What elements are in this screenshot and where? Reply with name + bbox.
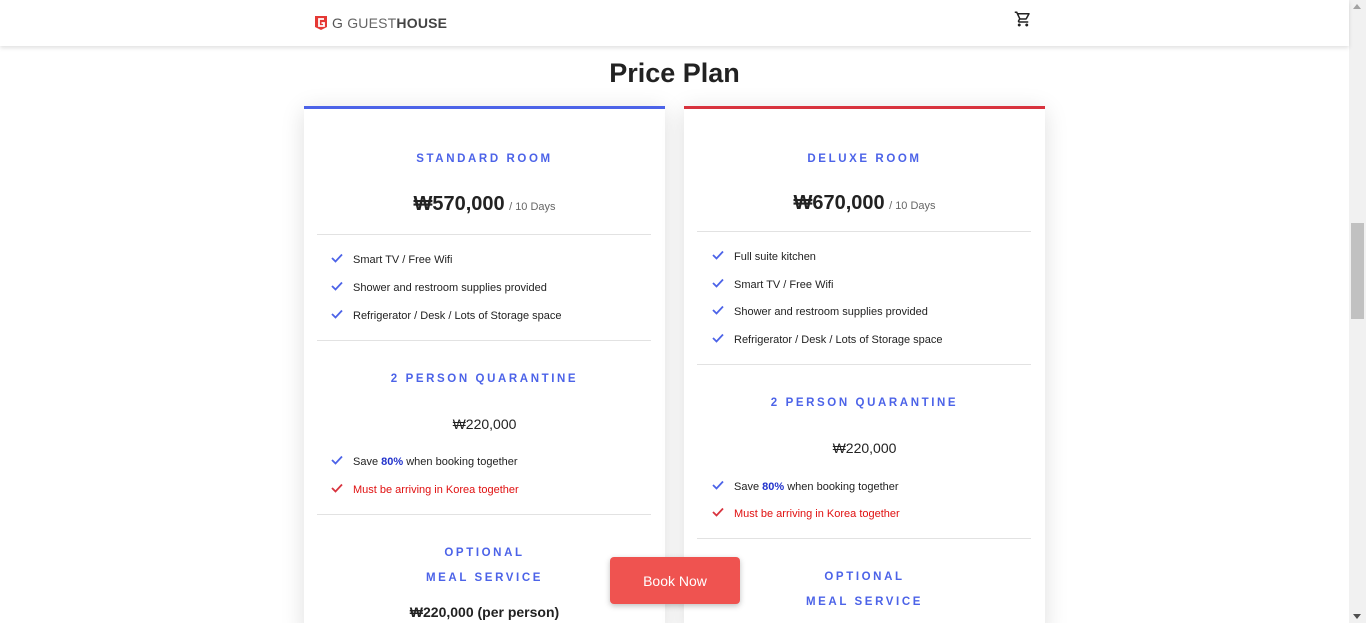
divider (697, 538, 1031, 539)
price-amount: ₩670,000 (793, 192, 885, 214)
check-icon (331, 455, 343, 465)
plan-price: ₩570,000 / 10 Days (304, 193, 665, 216)
check-icon (331, 483, 343, 493)
quarantine-title: 2 PERSON QUARANTINE (770, 397, 959, 409)
scroll-up-arrow-icon[interactable] (1353, 4, 1361, 9)
feature-text: Shower and restroom supplies provided (353, 282, 547, 294)
warning-item: Must be arriving in Korea together (712, 507, 900, 520)
check-icon (331, 253, 343, 263)
feature-text: Full suite kitchen (734, 251, 816, 263)
logo-text: G GUESTHOUSE (332, 15, 447, 31)
save-prefix: Save (353, 456, 382, 468)
top-navigation-bar: G GUESTHOUSE (0, 0, 1349, 46)
scroll-down-arrow-icon[interactable] (1353, 614, 1361, 619)
feature-item: Shower and restroom supplies provided (331, 281, 547, 294)
save-suffix: when booking together (403, 456, 518, 468)
warning-text: Must be arriving in Korea together (353, 484, 519, 496)
quarantine-title: 2 PERSON QUARANTINE (390, 373, 579, 385)
logo-word-guest: GUEST (347, 15, 397, 31)
cart-icon[interactable] (1014, 10, 1032, 28)
feature-item: Save 80% when booking together (712, 480, 899, 493)
divider (697, 364, 1031, 365)
save-suffix: when booking together (784, 481, 899, 493)
feature-item: Refrigerator / Desk / Lots of Storage sp… (331, 309, 562, 322)
plan-title: STANDARD ROOM (416, 153, 553, 165)
save-prefix: Save (734, 481, 763, 493)
price-amount: ₩570,000 (413, 193, 505, 215)
logo-mark-icon (315, 16, 327, 30)
price-period: / 10 Days (509, 201, 556, 213)
standard-room-card: STANDARD ROOM ₩570,000 / 10 Days Smart T… (304, 106, 665, 623)
vertical-scrollbar[interactable] (1349, 0, 1366, 623)
book-now-button[interactable]: Book Now (610, 557, 740, 604)
feature-text: Refrigerator / Desk / Lots of Storage sp… (734, 334, 943, 346)
feature-text: Smart TV / Free Wifi (353, 254, 453, 266)
save-percent: 80% (762, 481, 785, 493)
save-text: Save 80% when booking together (353, 456, 518, 468)
divider (697, 231, 1031, 232)
site-logo[interactable]: G GUESTHOUSE (314, 15, 447, 31)
page: G GUESTHOUSE Price Plan STANDARD ROOM ₩5… (0, 0, 1366, 623)
divider (317, 234, 651, 235)
feature-text: Smart TV / Free Wifi (734, 279, 834, 291)
save-percent: 80% (381, 456, 404, 468)
divider (317, 514, 651, 515)
feature-item: Refrigerator / Desk / Lots of Storage sp… (712, 333, 943, 346)
check-icon (712, 480, 724, 490)
check-icon (712, 278, 724, 288)
feature-text: Refrigerator / Desk / Lots of Storage sp… (353, 310, 562, 322)
check-icon (331, 281, 343, 291)
plan-price: ₩670,000 / 10 Days (684, 192, 1045, 215)
check-icon (712, 250, 724, 260)
price-period: / 10 Days (889, 200, 936, 212)
warning-item: Must be arriving in Korea together (331, 483, 519, 496)
logo-letter: G (332, 15, 344, 31)
deluxe-room-card: DELUXE ROOM ₩670,000 / 10 Days Full suit… (684, 106, 1045, 623)
feature-item: Smart TV / Free Wifi (331, 253, 453, 266)
logo-word-house: HOUSE (396, 15, 448, 31)
feature-item: Full suite kitchen (712, 250, 816, 263)
feature-item: Shower and restroom supplies provided (712, 305, 928, 318)
divider (317, 340, 651, 341)
check-icon (331, 309, 343, 319)
feature-text: Shower and restroom supplies provided (734, 306, 928, 318)
check-icon (712, 333, 724, 343)
check-icon (712, 507, 724, 517)
page-title: Price Plan (609, 58, 740, 88)
quarantine-price: ₩220,000 (452, 416, 517, 432)
feature-item: Smart TV / Free Wifi (712, 278, 834, 291)
meal-service-price: ₩220,000 (per person) (409, 604, 560, 620)
scroll-thumb[interactable] (1351, 223, 1364, 319)
save-text: Save 80% when booking together (734, 481, 899, 493)
quarantine-price: ₩220,000 (832, 440, 897, 456)
check-icon (712, 305, 724, 315)
warning-text: Must be arriving in Korea together (734, 508, 900, 520)
plan-title: DELUXE ROOM (807, 153, 922, 165)
feature-item: Save 80% when booking together (331, 455, 518, 468)
